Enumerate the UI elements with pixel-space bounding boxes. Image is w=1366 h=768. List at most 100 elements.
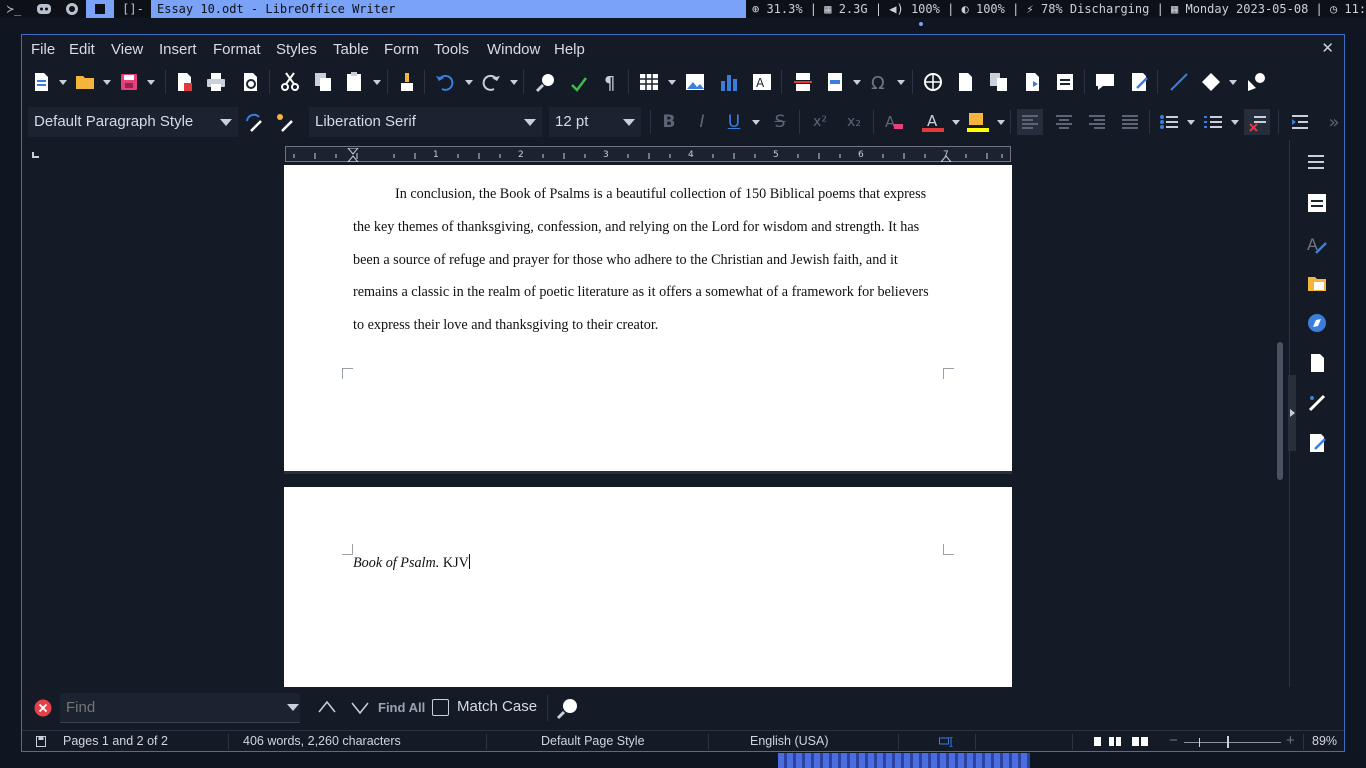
word-count[interactable]: 406 words, 2,260 characters <box>243 734 401 748</box>
page-icon[interactable] <box>1306 352 1328 374</box>
document-canvas[interactable]: In conclusion, the Book of Psalms is a b… <box>22 165 1288 687</box>
unordered-list-dropdown[interactable] <box>1186 109 1196 135</box>
save-dropdown[interactable] <box>146 69 156 95</box>
open-button[interactable] <box>72 69 98 95</box>
page-style[interactable]: Default Page Style <box>541 734 645 748</box>
menu-table[interactable]: Table <box>333 41 369 58</box>
navigator-icon[interactable] <box>1306 312 1328 334</box>
new-document-dropdown[interactable] <box>58 69 68 95</box>
export-pdf-button[interactable] <box>171 69 197 95</box>
manage-changes-icon[interactable] <box>1306 432 1328 454</box>
paste-dropdown[interactable] <box>372 69 382 95</box>
page-break-button[interactable] <box>790 69 816 95</box>
paste-button[interactable] <box>342 69 368 95</box>
special-character-button[interactable]: Ω <box>866 69 892 95</box>
basic-shapes-button[interactable] <box>1198 69 1224 95</box>
cut-button[interactable] <box>277 69 303 95</box>
undo-button[interactable] <box>432 69 458 95</box>
align-center-button[interactable] <box>1051 109 1077 135</box>
insert-field-dropdown[interactable] <box>852 69 862 95</box>
font-color-button[interactable]: A <box>920 109 946 135</box>
menu-edit[interactable]: Edit <box>69 41 95 58</box>
styles-icon[interactable]: A <box>1306 233 1328 255</box>
vertical-scrollbar[interactable] <box>1276 165 1286 687</box>
text-language[interactable]: English (USA) <box>750 734 829 748</box>
insert-line-button[interactable] <box>1166 69 1192 95</box>
find-field[interactable] <box>60 693 300 723</box>
align-left-button[interactable] <box>1017 109 1043 135</box>
zoom-level[interactable]: 89% <box>1312 734 1337 748</box>
style-inspector-icon[interactable] <box>1306 392 1328 414</box>
print-button[interactable] <box>203 69 229 95</box>
workspace-terminal[interactable]: ≻_ <box>0 0 28 18</box>
find-replace-button[interactable] <box>533 69 559 95</box>
properties-icon[interactable] <box>1306 192 1328 214</box>
draw-functions-button[interactable] <box>1243 69 1269 95</box>
clear-formatting-button[interactable]: A <box>880 109 906 135</box>
zoom-slider-thumb[interactable] <box>1227 736 1229 748</box>
find-previous-icon[interactable] <box>317 699 337 715</box>
match-case-label[interactable]: Match Case <box>457 698 537 715</box>
insert-comment-button[interactable] <box>1092 69 1118 95</box>
page-1[interactable]: In conclusion, the Book of Psalms is a b… <box>284 165 1012 471</box>
insert-hyperlink-button[interactable] <box>920 69 946 95</box>
ordered-list-dropdown[interactable] <box>1230 109 1240 135</box>
zoom-out-button[interactable]: − <box>1169 732 1178 749</box>
new-document-button[interactable] <box>28 69 54 95</box>
insert-chart-button[interactable] <box>716 69 742 95</box>
new-style-button[interactable] <box>272 109 298 135</box>
underline-dropdown[interactable] <box>751 109 761 135</box>
underline-button[interactable]: U <box>721 109 747 135</box>
workspace-layout[interactable]: []- <box>118 0 148 18</box>
italic-button[interactable]: I <box>689 109 715 135</box>
find-next-icon[interactable] <box>350 700 370 716</box>
bold-button[interactable]: B <box>656 109 682 135</box>
font-color-dropdown[interactable] <box>951 109 961 135</box>
clone-formatting-button[interactable] <box>394 69 420 95</box>
track-changes-button[interactable] <box>1126 69 1152 95</box>
font-size-combo[interactable]: 12 pt <box>549 107 641 137</box>
find-replace-icon[interactable] <box>556 696 580 720</box>
menu-format[interactable]: Format <box>213 41 261 58</box>
menu-form[interactable]: Form <box>384 41 419 58</box>
more-options-button[interactable]: » <box>1321 109 1347 135</box>
spelling-button[interactable] <box>565 69 591 95</box>
horizontal-ruler[interactable]: 1234567 <box>285 146 1011 163</box>
menu-tools[interactable]: Tools <box>434 41 469 58</box>
insert-textbox-button[interactable]: A <box>749 69 775 95</box>
menu-styles[interactable]: Styles <box>276 41 317 58</box>
view-layout-icons[interactable] <box>1094 736 1154 747</box>
copy-button[interactable] <box>310 69 336 95</box>
justify-button[interactable] <box>1117 109 1143 135</box>
insert-footnote-button[interactable] <box>952 69 978 95</box>
document-modified-icon[interactable] <box>36 736 46 747</box>
zoom-in-button[interactable]: + <box>1286 732 1295 749</box>
formatting-marks-button[interactable]: ¶ <box>597 69 623 95</box>
menu-help[interactable]: Help <box>554 41 585 58</box>
menu-file[interactable]: File <box>31 41 55 58</box>
no-list-button[interactable] <box>1244 109 1270 135</box>
ordered-list-button[interactable] <box>1200 109 1226 135</box>
insert-mode-icon[interactable] <box>939 737 957 747</box>
menu-view[interactable]: View <box>111 41 143 58</box>
insert-table-dropdown[interactable] <box>667 69 677 95</box>
superscript-button[interactable]: x² <box>807 109 833 135</box>
menu-insert[interactable]: Insert <box>159 41 197 58</box>
align-right-button[interactable] <box>1084 109 1110 135</box>
find-input[interactable] <box>60 693 276 722</box>
open-dropdown[interactable] <box>102 69 112 95</box>
sidebar-menu-icon[interactable] <box>1306 152 1326 172</box>
unordered-list-button[interactable] <box>1156 109 1182 135</box>
insert-endnote-button[interactable] <box>986 69 1012 95</box>
workspace-writer[interactable] <box>86 0 114 18</box>
basic-shapes-dropdown[interactable] <box>1228 69 1238 95</box>
match-case-checkbox[interactable] <box>432 699 449 716</box>
highlight-color-button[interactable] <box>965 109 991 135</box>
close-find-bar-icon[interactable] <box>34 699 52 717</box>
print-preview-button[interactable] <box>237 69 263 95</box>
strikethrough-button[interactable]: S <box>767 109 793 135</box>
redo-dropdown[interactable] <box>509 69 519 95</box>
increase-indent-button[interactable] <box>1287 109 1313 135</box>
insert-field-button[interactable] <box>822 69 848 95</box>
page-count[interactable]: Pages 1 and 2 of 2 <box>63 734 168 748</box>
